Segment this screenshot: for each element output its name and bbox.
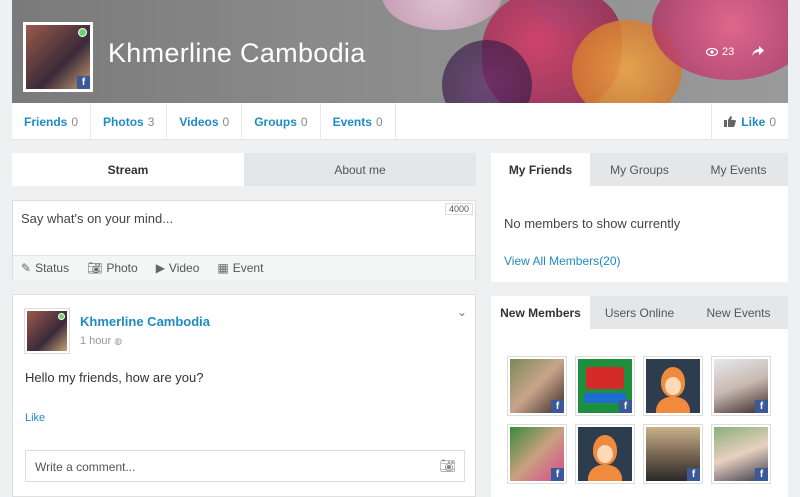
stream-tabs: Stream About me — [12, 153, 476, 186]
tab-photos[interactable]: Photos 3 — [91, 103, 168, 140]
tab-friends[interactable]: Friends 0 — [12, 103, 92, 140]
online-status-icon — [58, 313, 65, 320]
online-status-icon — [78, 28, 87, 37]
member-avatar[interactable]: f — [575, 356, 635, 416]
comment-input[interactable]: Write a comment... 📷︎ — [25, 450, 465, 482]
facebook-icon: f — [687, 468, 700, 481]
post-author-avatar[interactable] — [25, 309, 69, 353]
tab-my-groups[interactable]: My Groups — [590, 153, 689, 186]
composer-actions: ✎ Status 📷︎ Photo ▶ Video ▦ Event — [13, 255, 475, 280]
profile-name: Khmerline Cambodia — [108, 38, 366, 68]
facebook-icon: f — [77, 76, 90, 89]
status-composer[interactable]: Say what's on your mind... 4000 ✎ Status … — [12, 200, 476, 280]
tab-videos[interactable]: Videos 0 — [167, 103, 243, 140]
facebook-icon: f — [755, 400, 768, 413]
post-timestamp: 1 hour ◍ — [80, 335, 123, 347]
member-avatar[interactable]: f — [507, 356, 567, 416]
facebook-icon: f — [551, 400, 564, 413]
profile-tabbar: Friends 0 Photos 3 Videos 0 Groups 0 Events 0… — [12, 103, 788, 140]
tab-users-online[interactable]: Users Online — [590, 296, 689, 329]
event-button[interactable]: ▦ Event — [217, 261, 263, 275]
like-page-button[interactable]: Like 0 — [711, 103, 788, 140]
stream-post: Khmerline Cambodia 1 hour ◍ ⌄ Hello my f… — [12, 294, 476, 497]
friends-widget: My Friends My Groups My Events No member… — [491, 153, 788, 282]
eye-icon — [706, 48, 718, 56]
chevron-down-icon[interactable]: ⌄ — [457, 305, 467, 319]
profile-views: 23 — [706, 46, 734, 58]
member-avatar[interactable]: f — [643, 424, 703, 484]
empty-members-text: No members to show currently — [504, 216, 681, 231]
tab-stream[interactable]: Stream — [12, 153, 244, 186]
post-like-link[interactable]: Like — [25, 412, 45, 424]
tab-about-me[interactable]: About me — [244, 153, 476, 186]
member-avatar[interactable]: f — [711, 424, 771, 484]
members-widget: New Members Users Online New Events f f … — [491, 296, 788, 497]
facebook-icon: f — [551, 468, 564, 481]
tab-my-events[interactable]: My Events — [689, 153, 788, 186]
tab-my-friends[interactable]: My Friends — [491, 153, 590, 186]
pencil-icon: ✎ — [21, 261, 32, 275]
character-limit: 4000 — [444, 203, 473, 215]
member-avatar[interactable] — [575, 424, 635, 484]
thumbs-up-icon — [724, 116, 737, 127]
share-icon[interactable] — [752, 45, 764, 60]
facebook-icon: f — [755, 468, 768, 481]
views-count: 23 — [722, 46, 735, 58]
camera-icon[interactable]: 📷︎ — [439, 458, 456, 474]
video-button[interactable]: ▶ Video — [156, 261, 200, 275]
globe-icon: ◍ — [114, 336, 123, 346]
member-avatar[interactable]: f — [507, 424, 567, 484]
tab-events[interactable]: Events 0 — [321, 103, 396, 140]
profile-avatar[interactable]: f — [23, 22, 93, 92]
tab-new-members[interactable]: New Members — [491, 296, 590, 329]
camera-icon: 📷︎ — [87, 261, 103, 275]
members-grid: f f f f f f — [507, 356, 777, 484]
tab-new-events[interactable]: New Events — [689, 296, 788, 329]
video-icon: ▶ — [155, 261, 165, 275]
photo-button[interactable]: 📷︎ Photo — [87, 261, 138, 275]
facebook-icon: f — [619, 400, 632, 413]
status-button[interactable]: ✎ Status — [21, 261, 69, 275]
calendar-icon: ▦ — [217, 261, 229, 275]
tab-groups[interactable]: Groups 0 — [242, 103, 321, 140]
post-author-name[interactable]: Khmerline Cambodia — [80, 314, 210, 329]
composer-input[interactable]: Say what's on your mind... — [21, 211, 173, 226]
post-body: Hello my friends, how are you? — [25, 370, 204, 385]
view-all-members-link[interactable]: View All Members(20) — [504, 254, 620, 268]
member-avatar[interactable] — [643, 356, 703, 416]
member-avatar[interactable]: f — [711, 356, 771, 416]
